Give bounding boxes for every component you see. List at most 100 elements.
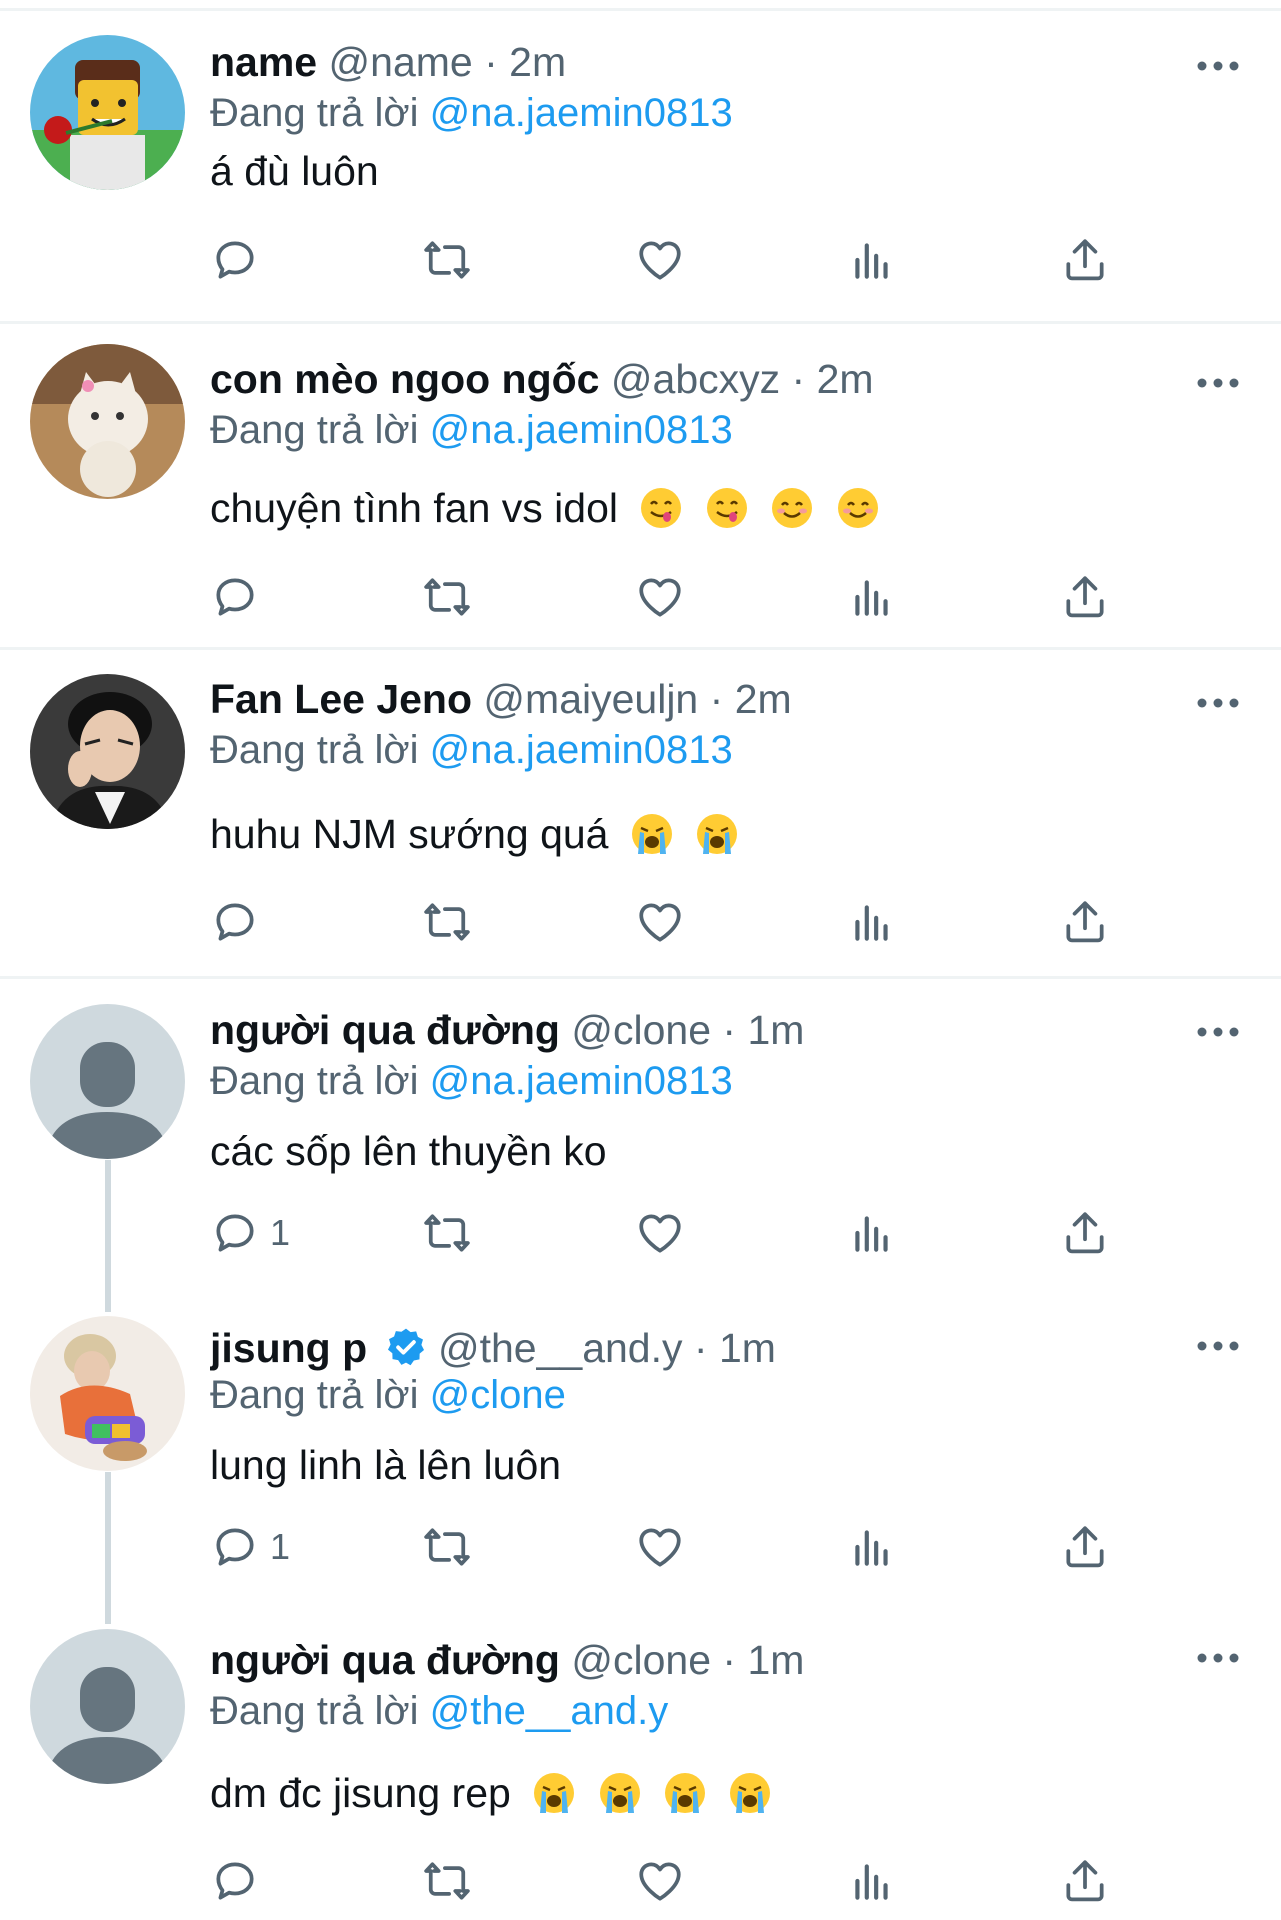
share-button[interactable]: [1060, 1851, 1110, 1911]
timestamp[interactable]: 1m: [747, 1637, 804, 1683]
author-name[interactable]: name: [210, 39, 317, 85]
author-handle[interactable]: @name: [329, 39, 473, 85]
like-button[interactable]: [635, 892, 685, 952]
more-options-icon[interactable]: [1195, 51, 1241, 81]
heart-icon: [639, 1862, 681, 1901]
tweet-text: chuyện tình fan vs idol: [210, 480, 1191, 536]
avatar-person-photo[interactable]: [30, 674, 185, 829]
retweet-button[interactable]: [422, 1851, 472, 1911]
reply-mention-link[interactable]: @na.jaemin0813: [430, 408, 733, 452]
more-options-icon[interactable]: [1195, 1331, 1241, 1361]
heart-icon: [639, 1214, 681, 1253]
views-button[interactable]: [847, 1203, 897, 1263]
crying-emoji: [599, 1773, 640, 1813]
like-button[interactable]: [635, 230, 685, 290]
share-button[interactable]: [1060, 1517, 1110, 1577]
reply-button[interactable]: [210, 230, 270, 290]
retweet-button[interactable]: [422, 567, 472, 627]
share-button[interactable]: [1060, 230, 1110, 290]
views-button[interactable]: [847, 230, 897, 290]
author-name[interactable]: jisung p: [210, 1325, 367, 1371]
author-handle[interactable]: @the__and.y: [438, 1325, 683, 1371]
retweet-button[interactable]: [422, 230, 472, 290]
more-options-icon[interactable]: [1195, 1017, 1241, 1047]
like-button[interactable]: [635, 1851, 685, 1911]
like-button[interactable]: [635, 567, 685, 627]
heart-icon: [639, 241, 681, 280]
replying-to: Đang trả lời @clone: [210, 1369, 1191, 1421]
retweet-button[interactable]: [422, 1203, 472, 1263]
share-button[interactable]: [1060, 567, 1110, 627]
author-name[interactable]: Fan Lee Jeno: [210, 676, 472, 722]
tweet-text-content: chuyện tình fan vs idol: [210, 485, 618, 531]
timestamp[interactable]: 2m: [817, 356, 874, 402]
reply-button[interactable]: [210, 567, 270, 627]
views-button[interactable]: [847, 567, 897, 627]
like-button[interactable]: [635, 1203, 685, 1263]
avatar-default-profile[interactable]: [30, 1629, 185, 1784]
tweet-text: huhu NJM sướng quá: [210, 806, 1191, 862]
reply-mention-link[interactable]: @na.jaemin0813: [430, 728, 733, 772]
tweet-text-content: huhu NJM sướng quá: [210, 811, 609, 857]
author-handle[interactable]: @abcxyz: [611, 356, 780, 402]
avatar-cat-toy[interactable]: [30, 344, 185, 499]
author-name[interactable]: người qua đường: [210, 1637, 560, 1683]
avatar-roblox[interactable]: [30, 35, 185, 190]
more-options-icon[interactable]: [1195, 368, 1241, 398]
reply-button[interactable]: 1: [210, 1517, 290, 1577]
tweet-actions: [210, 567, 1130, 627]
analytics-icon: [855, 243, 888, 279]
timestamp[interactable]: 1m: [719, 1325, 776, 1371]
replying-to-label: Đang trả lời: [210, 1689, 419, 1733]
timestamp[interactable]: 2m: [735, 676, 792, 722]
author-handle[interactable]: @maiyeuljn: [483, 676, 698, 722]
retweet-icon: [424, 903, 470, 941]
more-options-icon[interactable]: [1195, 1643, 1241, 1673]
retweet-icon: [424, 1214, 470, 1252]
share-button[interactable]: [1060, 892, 1110, 952]
crying-emoji: [730, 1773, 771, 1813]
share-button[interactable]: [1060, 1203, 1110, 1263]
tweet-1[interactable]: name @name · 2m Đang trả lời @na.jaemin0…: [0, 11, 1281, 324]
retweet-button[interactable]: [422, 1517, 472, 1577]
heart-icon: [639, 903, 681, 942]
reply-mention-link[interactable]: @na.jaemin0813: [430, 91, 733, 135]
separator-dot: ·: [709, 676, 724, 722]
author-name[interactable]: con mèo ngoo ngốc: [210, 356, 599, 402]
tweet-6[interactable]: người qua đường @clone · 1m Đang trả lời…: [0, 1603, 1281, 1920]
tweet-header: Fan Lee Jeno @maiyeuljn · 2m: [210, 672, 1191, 726]
views-button[interactable]: [847, 892, 897, 952]
reply-button[interactable]: [210, 892, 270, 952]
tweet-replies-feed: name @name · 2m Đang trả lời @na.jaemin0…: [0, 0, 1281, 1920]
replying-to-label: Đang trả lời: [210, 408, 419, 452]
timestamp[interactable]: 2m: [509, 39, 566, 85]
tweet-5[interactable]: jisung p @the__and.y · 1m Đang trả lời @…: [0, 1291, 1281, 1603]
tweet-2[interactable]: con mèo ngoo ngốc @abcxyz · 2m Đang trả …: [0, 324, 1281, 650]
views-button[interactable]: [847, 1517, 897, 1577]
verified-badge-icon: [387, 1328, 424, 1366]
author-handle[interactable]: @clone: [571, 1007, 711, 1053]
reply-button[interactable]: [210, 1851, 270, 1911]
avatar-default-profile[interactable]: [30, 1004, 185, 1159]
timestamp[interactable]: 1m: [747, 1007, 804, 1053]
more-options-icon[interactable]: [1195, 688, 1241, 718]
retweet-button[interactable]: [422, 892, 472, 952]
like-button[interactable]: [635, 1517, 685, 1577]
reply-button[interactable]: 1: [210, 1203, 290, 1263]
tweet-3[interactable]: Fan Lee Jeno @maiyeuljn · 2m Đang trả lờ…: [0, 650, 1281, 979]
heart-icon: [639, 1528, 681, 1567]
separator-dot: ·: [484, 39, 498, 85]
reply-mention-link[interactable]: @clone: [430, 1373, 566, 1417]
reply-mention-link[interactable]: @na.jaemin0813: [430, 1059, 733, 1103]
reply-mention-link[interactable]: @the__and.y: [430, 1689, 669, 1733]
tweet-4[interactable]: người qua đường @clone · 1m Đang trả lời…: [0, 979, 1281, 1291]
author-handle[interactable]: @clone: [571, 1637, 711, 1683]
retweet-icon: [424, 1528, 470, 1566]
avatar-colorful-photo[interactable]: [30, 1316, 185, 1471]
author-name[interactable]: người qua đường: [210, 1007, 560, 1053]
reply-count: 1: [270, 1526, 291, 1567]
separator-dot: ·: [722, 1637, 737, 1683]
share-icon: [1066, 1212, 1104, 1254]
views-button[interactable]: [847, 1851, 897, 1911]
share-icon: [1066, 1526, 1104, 1568]
